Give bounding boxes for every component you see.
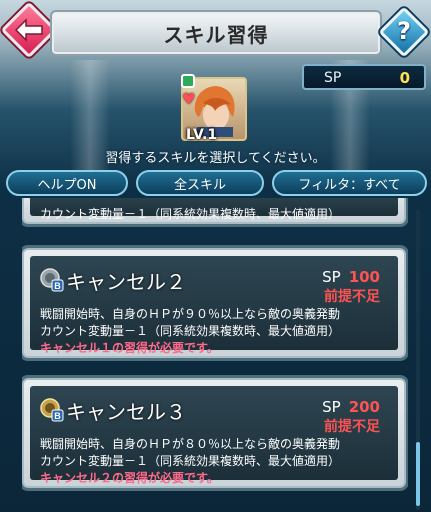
skill-b-icon: B bbox=[40, 398, 64, 422]
filter-tabs: ヘルプON 全スキル フィルタ：すべて bbox=[0, 170, 431, 198]
skill-sp-cost: SP 200 bbox=[322, 398, 380, 416]
heart-icon: ♥ bbox=[182, 90, 196, 108]
hero-favorite-badge bbox=[181, 74, 195, 88]
skill-requirement: キャンセル１の習得が必要です。 bbox=[40, 341, 219, 355]
instruction-text: 習得するスキルを選択してください。 bbox=[105, 151, 326, 166]
skill-card-body: B キャンセル３ SP 200 前提不足 戦闘開始時、自身のＨＰが８０％以上なら敵… bbox=[30, 386, 398, 485]
skill-name: キャンセル３ bbox=[66, 400, 186, 424]
question-icon: ? bbox=[397, 17, 411, 45]
skill-requirement: キャンセル２の習得が必要です。 bbox=[40, 471, 219, 485]
help-button[interactable]: ? bbox=[378, 6, 430, 58]
skill-status: 前提不足 bbox=[324, 419, 380, 435]
page-title: スキル習得 bbox=[163, 22, 269, 47]
skill-card[interactable]: B キャンセル２ SP 100 前提不足 戦闘開始時、自身のＨＰが９０％以上なら敵… bbox=[22, 248, 406, 358]
skill-description: カウント変動量－１（同系統効果複数時、最大値適用） bbox=[40, 206, 392, 223]
title-banner: スキル習得 bbox=[50, 10, 382, 56]
skill-list[interactable]: カウント変動量－１（同系統効果複数時、最大値適用） B キャンセル２ SP 100… bbox=[22, 198, 408, 512]
skill-description: 戦闘開始時、自身のＨＰが９０％以上なら敵の奥義発動 カウント変動量－１（同系統効… bbox=[40, 306, 392, 357]
skill-b-icon: B bbox=[40, 268, 64, 292]
sp-value: 0 bbox=[399, 69, 410, 87]
skill-sp-value: 100 bbox=[348, 268, 380, 286]
tab-help-on[interactable]: ヘルプON bbox=[6, 170, 128, 196]
skill-sp-value: 200 bbox=[348, 398, 380, 416]
hero-level: LV.1 bbox=[186, 127, 218, 143]
scrollbar[interactable] bbox=[416, 210, 420, 510]
skill-card[interactable]: B キャンセル３ SP 200 前提不足 戦闘開始時、自身のＨＰが８０％以上なら敵… bbox=[22, 378, 406, 488]
back-arrow-icon bbox=[14, 18, 43, 42]
skill-status: 前提不足 bbox=[324, 289, 380, 305]
sp-label: SP bbox=[324, 70, 342, 86]
skill-description: 戦闘開始時、自身のＨＰが８０％以上なら敵の奥義発動 カウント変動量－１（同系統効… bbox=[40, 436, 392, 487]
tab-all-skills[interactable]: 全スキル bbox=[136, 170, 264, 196]
skill-card[interactable]: カウント変動量－１（同系統効果複数時、最大値適用） bbox=[22, 198, 406, 224]
skill-name: キャンセル２ bbox=[66, 270, 186, 294]
sp-display: SP 0 bbox=[302, 64, 426, 90]
svg-text:B: B bbox=[54, 281, 61, 291]
svg-text:B: B bbox=[54, 411, 61, 421]
skill-card-body: B キャンセル２ SP 100 前提不足 戦闘開始時、自身のＨＰが９０％以上なら敵… bbox=[30, 256, 398, 355]
back-button[interactable] bbox=[0, 1, 58, 59]
skill-description-line: 戦闘開始時、自身のＨＰが８０％以上なら敵の奥義発動 bbox=[40, 437, 341, 451]
skill-description-line: カウント変動量－１（同系統効果複数時、最大値適用） bbox=[40, 324, 341, 338]
skill-card-body: カウント変動量－１（同系統効果複数時、最大値適用） bbox=[30, 198, 398, 221]
skill-sp-cost: SP 100 bbox=[322, 268, 380, 286]
tab-filter[interactable]: フィルタ：すべて bbox=[272, 170, 427, 196]
skill-description-line: カウント変動量－１（同系統効果複数時、最大値適用） bbox=[40, 207, 341, 221]
skill-description-line: 戦闘開始時、自身のＨＰが９０％以上なら敵の奥義発動 bbox=[40, 307, 341, 321]
skill-sp-label: SP bbox=[322, 398, 341, 416]
skill-sp-label: SP bbox=[322, 268, 341, 286]
skill-description-line: カウント変動量－１（同系統効果複数時、最大値適用） bbox=[40, 454, 341, 468]
scrollbar-thumb[interactable] bbox=[416, 442, 420, 506]
